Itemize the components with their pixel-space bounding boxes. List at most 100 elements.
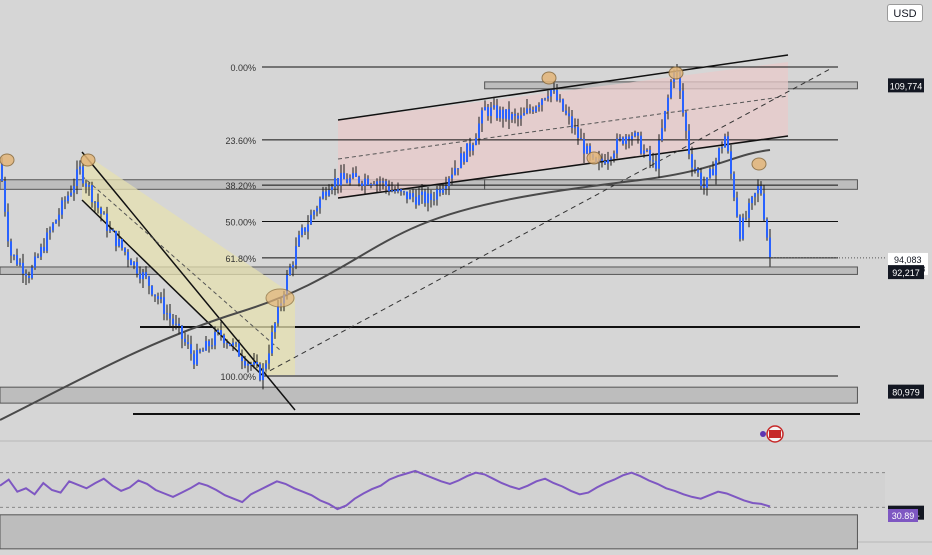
candle-body [193,353,195,365]
candle-body [214,332,216,346]
fib-label-4: 61.80% [225,254,256,264]
candle-body [694,167,696,170]
candle-body [82,166,84,184]
candle-body [337,178,339,186]
candle-body [376,181,378,185]
candle-body [655,161,657,169]
candle-body [706,177,708,188]
candle-body [238,343,240,357]
candle-body [625,136,627,144]
candle-body [175,323,177,325]
candle-body [124,247,126,252]
candle-body [496,105,498,119]
candle-body [244,361,246,366]
candle-body [631,135,633,140]
candle-body [16,255,18,265]
candle-body [403,191,405,193]
candle-body [151,285,153,295]
candle-body [319,198,321,209]
candle-body [640,135,642,154]
candle-body [316,208,318,212]
candle-body [487,107,489,116]
candle-body [313,211,315,215]
candle-body [232,342,234,346]
candle-body [364,178,366,186]
candle-body [34,256,36,268]
breakout-marker [265,288,295,308]
swing-marker-1 [80,153,96,167]
candle-body [277,305,279,324]
candle-body [292,264,294,268]
candle-body [265,363,267,369]
candle-body [409,193,411,200]
candle-body [172,318,174,325]
candle-body [250,363,252,365]
candle-body [40,246,42,257]
candle-body [757,186,759,194]
price-chart[interactable]: 0.00% 23.60% 38.20% 50.00% 61.80% 100.00% 109,… [0,0,932,550]
candle-body [697,169,699,173]
candle-body [565,110,567,114]
currency-button[interactable]: USD [887,4,923,22]
candle-body [118,238,120,247]
candle-body [220,330,222,336]
candle-body [334,178,336,187]
candle-body [475,137,477,146]
candle-body [241,356,243,362]
candle-body [340,172,342,186]
candle-body [667,97,669,112]
candle-body [196,350,198,365]
candle-body [4,180,6,212]
candle-body [556,90,558,101]
candle-body [685,112,687,131]
candle-body [736,197,738,217]
candle-body [304,227,306,232]
candle-body [481,110,483,124]
candle-body [163,297,165,314]
candle-body [58,214,60,221]
candle-body [46,232,48,251]
candle-body [427,193,429,204]
candle-body [178,323,180,326]
candle-body [67,195,69,202]
fib-label-2: 38.20% [225,181,256,191]
candle-body [211,345,213,347]
price-tag-3: 80,979 [892,388,920,398]
candle-body [661,128,663,141]
candle-body [106,213,108,231]
candle-body [121,238,123,248]
swing-marker-4 [586,151,602,165]
candle-body [472,145,474,151]
fib-label-0: 0.00% [230,63,256,73]
candle-body [10,241,12,256]
chart-area[interactable]: 0.00% 23.60% 38.20% 50.00% 61.80% 100.00% 109,… [0,0,932,550]
candle-body [652,160,654,162]
candle-body [31,267,33,278]
candle-body [289,267,291,276]
candle-body [703,185,705,188]
candle-body [664,111,666,129]
candle-body [85,183,87,187]
candle-body [190,344,192,354]
candle-body [610,158,612,160]
candle-body [490,107,492,116]
candle-body [445,186,447,189]
candle-body [574,127,576,129]
candle-body [325,191,327,196]
candle-body [439,189,441,193]
candle-body [760,186,762,194]
candle-body [187,342,189,345]
candle-body [166,313,168,315]
candle-body [13,255,15,257]
candle-body [157,296,159,300]
candle-body [370,184,372,186]
candle-body [553,89,555,91]
candle-body [421,191,423,196]
candle-body [754,193,756,197]
candle-body [436,189,438,200]
candle-body [544,98,546,100]
candle-body [484,107,486,111]
candle-body [133,261,135,266]
candle-body [217,330,219,333]
candle-body [415,196,417,205]
